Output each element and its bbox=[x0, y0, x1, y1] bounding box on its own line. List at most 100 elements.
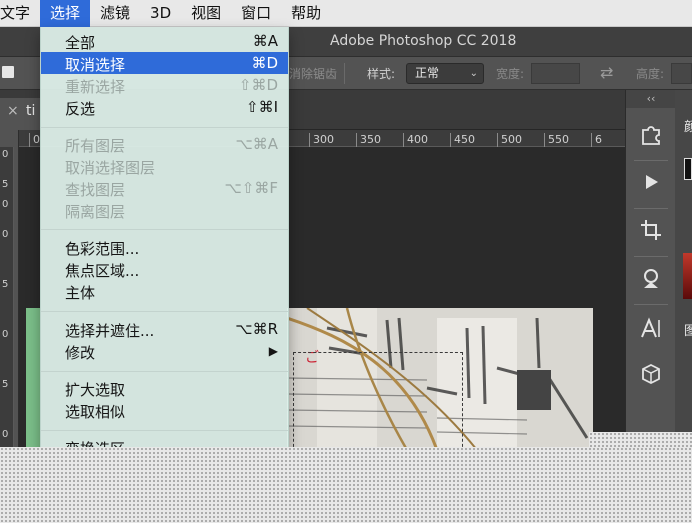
menu-separator bbox=[41, 311, 288, 312]
vertical-ruler[interactable]: 0 5 0 0 5 0 5 0 bbox=[0, 147, 14, 447]
menu-help[interactable]: 帮助 bbox=[281, 0, 331, 27]
menu-filter[interactable]: 滤镜 bbox=[90, 0, 140, 27]
ruler-tick: 300 bbox=[309, 133, 334, 147]
menu-separator bbox=[41, 371, 288, 372]
menu-window[interactable]: 窗口 bbox=[231, 0, 281, 27]
panel-divider bbox=[634, 256, 668, 257]
menu-item-label: 所有图层 bbox=[65, 137, 126, 155]
gallery-icon[interactable] bbox=[638, 266, 664, 292]
menu-item-similar[interactable]: 选取相似 bbox=[41, 399, 288, 421]
menu-item-inverse[interactable]: 反选 ⇧⌘I bbox=[41, 96, 288, 118]
menu-item-label: 隔离图层 bbox=[65, 203, 126, 221]
ruler-tick: 6 bbox=[591, 133, 602, 147]
menu-item-find-layers[interactable]: 查找图层 ⌥⇧⌘F bbox=[41, 177, 288, 199]
menu-separator bbox=[41, 430, 288, 431]
menu-item-shortcut: ⌘D bbox=[251, 54, 278, 72]
character-icon[interactable] bbox=[638, 316, 664, 342]
ruler-tick: 450 bbox=[450, 133, 475, 147]
menu-item-label: 取消选择 bbox=[65, 56, 126, 74]
puzzle-icon[interactable] bbox=[638, 122, 664, 148]
ruler-tick: 350 bbox=[356, 133, 381, 147]
menu-item-reselect[interactable]: 重新选择 ⇧⌘D bbox=[41, 74, 288, 96]
play-icon[interactable] bbox=[638, 170, 664, 196]
menu-3d[interactable]: 3D bbox=[140, 0, 181, 27]
document-name: ti bbox=[26, 103, 36, 119]
menu-item-select-and-mask[interactable]: 选择并遮住... ⌥⌘R bbox=[41, 318, 288, 340]
menu-item-grow[interactable]: 扩大选取 bbox=[41, 377, 288, 399]
menu-item-modify[interactable]: 修改 ▶ bbox=[41, 340, 288, 362]
style-label: 样式: bbox=[367, 67, 396, 81]
vruler-mark: 0 bbox=[2, 149, 9, 160]
select-menu-dropdown: 全部 ⌘A 取消选择 ⌘D 重新选择 ⇧⌘D 反选 ⇧⌘I 所有图层 ⌥⌘A 取… bbox=[40, 27, 289, 457]
menu-item-deselect[interactable]: 取消选择 ⌘D bbox=[41, 52, 288, 74]
menu-item-label: 重新选择 bbox=[65, 78, 126, 96]
layers-panel-tab[interactable]: 图 bbox=[684, 320, 692, 339]
image-edge-green bbox=[26, 308, 40, 450]
menu-item-label: 取消选择图层 bbox=[65, 159, 156, 177]
width-input[interactable] bbox=[531, 63, 580, 84]
menu-type[interactable]: 文字 bbox=[0, 0, 40, 27]
options-divider bbox=[344, 63, 345, 84]
vruler-mark: 0 bbox=[2, 229, 9, 240]
menu-item-deselect-layers[interactable]: 取消选择图层 bbox=[41, 155, 288, 177]
menu-item-all-layers[interactable]: 所有图层 ⌥⌘A bbox=[41, 133, 288, 155]
chevron-down-icon: ⌄ bbox=[469, 68, 478, 79]
menu-item-focus-area[interactable]: 焦点区域... bbox=[41, 258, 288, 280]
vruler-mark: 0 bbox=[2, 329, 9, 340]
menu-item-label: 选取相似 bbox=[65, 403, 126, 421]
antialias-label: 消除锯齿 bbox=[289, 67, 338, 81]
color-gradient[interactable] bbox=[683, 253, 692, 299]
swap-dimensions-icon[interactable]: ⇄ bbox=[600, 63, 613, 82]
panel-divider bbox=[634, 304, 668, 305]
height-input[interactable] bbox=[671, 63, 692, 84]
menu-item-shortcut: ⇧⌘D bbox=[238, 76, 278, 94]
menu-item-label: 主体 bbox=[65, 284, 96, 302]
menu-item-shortcut: ⌥⌘R bbox=[235, 320, 278, 338]
3d-cube-icon[interactable] bbox=[638, 362, 664, 388]
height-label: 高度: bbox=[636, 67, 665, 81]
collapse-panels-icon[interactable]: ‹‹ bbox=[626, 90, 676, 108]
selection-marquee bbox=[293, 352, 463, 452]
new-selection-icon[interactable] bbox=[2, 66, 14, 78]
close-tab-icon[interactable]: × bbox=[7, 103, 19, 119]
vruler-mark: 0 bbox=[2, 199, 9, 210]
color-panel-tab[interactable]: 颜 bbox=[684, 116, 692, 135]
menu-view[interactable]: 视图 bbox=[181, 0, 231, 27]
width-label: 宽度: bbox=[496, 67, 525, 81]
document-tab[interactable]: × ti bbox=[0, 98, 40, 130]
foreground-color-swatch[interactable] bbox=[684, 158, 692, 180]
vruler-mark: 5 bbox=[2, 279, 9, 290]
menu-item-label: 修改 bbox=[65, 344, 96, 362]
vruler-mark: 5 bbox=[2, 379, 9, 390]
menu-bar: 文字 选择 滤镜 3D 视图 窗口 帮助 bbox=[0, 0, 692, 27]
ruler-tick: 500 bbox=[497, 133, 522, 147]
crop-icon[interactable] bbox=[638, 218, 664, 244]
menu-item-shortcut: ⌥⇧⌘F bbox=[224, 179, 278, 197]
photoshop-window: ご 0 5 0 0 5 0 5 0 0 300 350 400 450 500 … bbox=[0, 0, 692, 523]
panel-divider bbox=[634, 160, 668, 161]
menu-item-shortcut: ⌘A bbox=[252, 32, 278, 50]
menu-item-subject[interactable]: 主体 bbox=[41, 280, 288, 302]
menu-item-color-range[interactable]: 色彩范围... bbox=[41, 236, 288, 258]
transparency-pattern bbox=[0, 447, 692, 523]
menu-item-select-all[interactable]: 全部 ⌘A bbox=[41, 30, 288, 52]
menu-item-isolate-layers[interactable]: 隔离图层 bbox=[41, 199, 288, 221]
menu-item-label: 焦点区域... bbox=[65, 262, 140, 280]
menu-item-label: 查找图层 bbox=[65, 181, 126, 199]
style-value: 正常 bbox=[415, 66, 440, 80]
panel-divider bbox=[634, 208, 668, 209]
ruler-tick: 0 bbox=[29, 133, 40, 147]
menu-item-label: 选择并遮住... bbox=[65, 322, 155, 340]
menu-item-shortcut: ⌥⌘A bbox=[235, 135, 278, 153]
menu-select[interactable]: 选择 bbox=[40, 0, 91, 27]
menu-item-shortcut: ⇧⌘I bbox=[246, 98, 278, 116]
menu-item-label: 色彩范围... bbox=[65, 240, 140, 258]
ruler-tick: 550 bbox=[544, 133, 569, 147]
vruler-mark: 5 bbox=[2, 179, 9, 190]
panel-icons-column: ‹‹ bbox=[625, 90, 676, 450]
ruler-tick: 400 bbox=[403, 133, 428, 147]
menu-separator bbox=[41, 229, 288, 230]
style-select[interactable]: 正常 ⌄ bbox=[406, 63, 484, 84]
transparency-pattern bbox=[589, 432, 692, 448]
menu-item-label: 全部 bbox=[65, 34, 96, 52]
